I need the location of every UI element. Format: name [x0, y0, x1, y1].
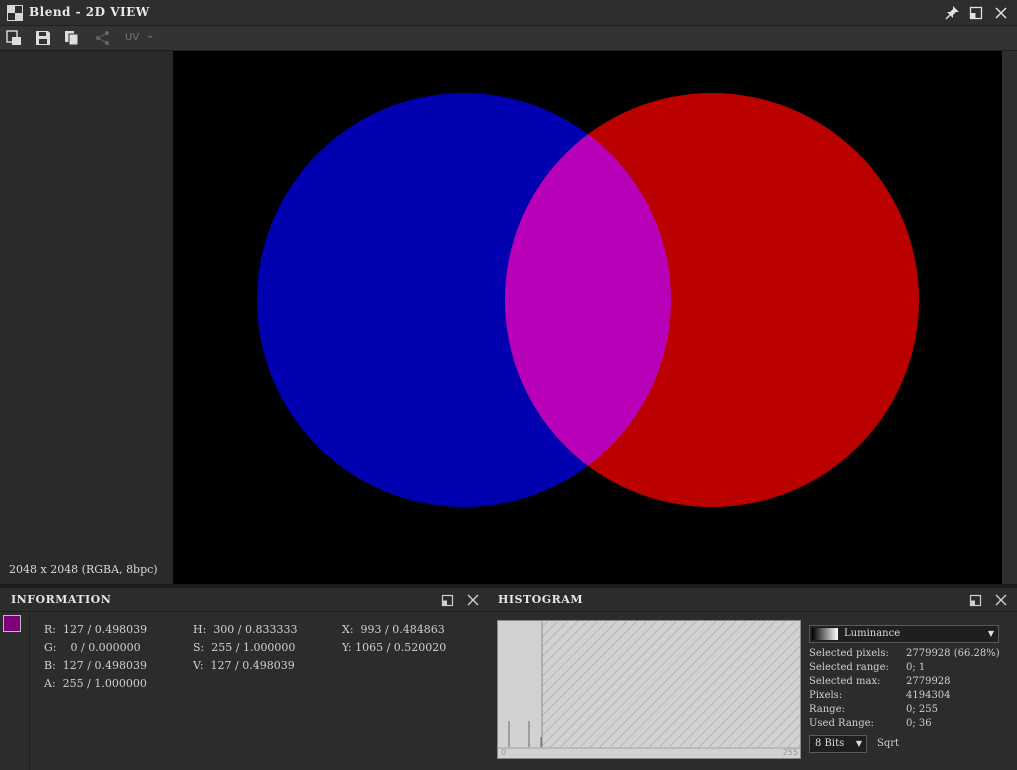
image-viewport[interactable]	[173, 51, 1002, 584]
histogram-axis-max: 255	[782, 748, 798, 757]
stat-used-range-label: Used Range:	[809, 718, 874, 729]
new-view-icon[interactable]	[5, 29, 23, 47]
info-h: H: 300 / 0.833333	[193, 623, 298, 636]
close-icon[interactable]	[992, 4, 1010, 22]
pin-icon[interactable]	[943, 4, 961, 22]
stat-pixels-label: Pixels:	[809, 690, 843, 701]
info-y: Y: 1065 / 0.520020	[342, 641, 447, 654]
stat-selected-pixels-label: Selected pixels:	[809, 648, 889, 659]
stat-used-range-value: 0; 36	[906, 718, 932, 729]
uv-dropdown-label[interactable]: UV	[125, 32, 139, 43]
dropdown-arrow-icon: ▼	[855, 739, 862, 748]
maximize-icon[interactable]	[967, 4, 985, 22]
histogram-axis-min: 0	[501, 748, 507, 757]
node-graph-icon	[94, 29, 112, 47]
viewport-scroll-strip	[1002, 51, 1017, 584]
info-a: A: 255 / 1.000000	[44, 677, 147, 690]
histogram-header: HISTOGRAM	[487, 588, 1017, 612]
bits-select-value: 8 Bits	[815, 738, 845, 749]
information-header: INFORMATION	[0, 588, 485, 612]
image-resolution: 2048 x 2048 (RGBA, 8bpc)	[9, 563, 158, 576]
app-checker-icon	[7, 5, 23, 21]
stat-selected-pixels-value: 2779928 (66.28%)	[906, 648, 1000, 659]
info-v: V: 127 / 0.498039	[193, 659, 295, 672]
copy-icon[interactable]	[63, 29, 81, 47]
luminance-gradient-icon	[812, 628, 838, 640]
information-title: INFORMATION	[11, 593, 112, 606]
channel-select[interactable]: Luminance ▼	[809, 625, 999, 643]
bits-select[interactable]: 8 Bits ▼	[809, 735, 867, 753]
info-g: G: 0 / 0.000000	[44, 641, 141, 654]
info-x: X: 993 / 0.484863	[342, 623, 445, 636]
title-bar: Blend - 2D VIEW	[0, 0, 1017, 26]
histogram-title: HISTOGRAM	[498, 593, 583, 606]
histogram-panel: HISTOGRAM 0 255 Luminance ▼ Selected pix…	[487, 588, 1017, 770]
info-b: B: 127 / 0.498039	[44, 659, 147, 672]
chevron-down-icon[interactable]: ⌄	[146, 30, 154, 41]
stat-selected-max-label: Selected max:	[809, 676, 881, 687]
stat-pixels-value: 4194304	[906, 690, 951, 701]
info-r: R: 127 / 0.498039	[44, 623, 148, 636]
info-separator	[29, 612, 30, 770]
close-icon[interactable]	[465, 591, 481, 609]
blend-image	[257, 93, 919, 507]
dropdown-arrow-icon: ▼	[987, 629, 994, 638]
window-title: Blend - 2D VIEW	[29, 5, 150, 19]
color-swatch	[3, 615, 21, 632]
maximize-icon[interactable]	[440, 591, 456, 609]
info-s: S: 255 / 1.000000	[193, 641, 296, 654]
stat-selected-range-value: 0; 1	[906, 662, 926, 673]
toolbar: UV ⌄	[0, 26, 1017, 51]
maximize-icon[interactable]	[968, 591, 984, 609]
information-panel: INFORMATION R: 127 / 0.498039 G: 0 / 0.0…	[0, 588, 485, 770]
histogram-graph[interactable]: 0 255	[497, 620, 801, 759]
sqrt-toggle[interactable]: Sqrt	[877, 738, 899, 749]
stat-range-label: Range:	[809, 704, 845, 715]
stat-selected-range-label: Selected range:	[809, 662, 889, 673]
close-icon[interactable]	[993, 591, 1009, 609]
left-panel: 2048 x 2048 (RGBA, 8bpc)	[0, 51, 173, 584]
channel-select-value: Luminance	[844, 628, 901, 639]
save-icon[interactable]	[34, 29, 52, 47]
stat-selected-max-value: 2779928	[906, 676, 951, 687]
unselected-range	[542, 621, 800, 747]
stat-range-value: 0; 255	[906, 704, 938, 715]
